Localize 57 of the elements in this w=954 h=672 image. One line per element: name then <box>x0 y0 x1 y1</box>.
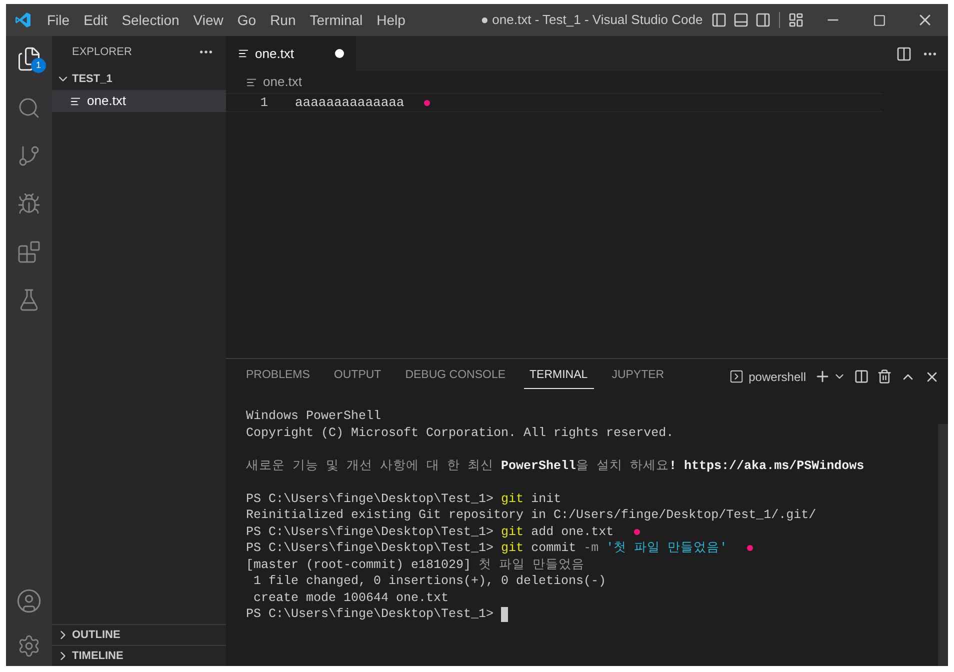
line-number: 1 <box>259 94 269 112</box>
terminal-line: Copyright (C) Microsoft Corporation. All rights reserved. <box>246 424 674 441</box>
panel-tab[interactable]: TERMINAL <box>524 364 594 388</box>
section-header[interactable]: TIMELINE <box>52 645 226 666</box>
terminal-icon <box>728 369 744 384</box>
terminal-line: [master (root-commit) e181029] 첫 파일 만들었음 <box>246 556 585 573</box>
menu-item[interactable]: Terminal <box>302 10 370 30</box>
folder-header[interactable]: TEST_1 <box>52 68 226 90</box>
terminal-line: 새로운 기능 및 개선 사항에 대 한 최신 PowerShell을 설치 하세요! https://aka.ms/PSWindows <box>246 458 864 474</box>
explorer-badge: 1 <box>31 58 46 73</box>
layout-icon[interactable] <box>788 12 804 28</box>
terminal-line: Windows PowerShell <box>246 408 382 424</box>
menu-item[interactable]: Edit <box>76 10 115 30</box>
secondary-sidebar-toggle-icon[interactable] <box>755 12 771 28</box>
terminal-line: PS C:\Users\finge\Desktop\Test_1> <box>246 606 495 622</box>
explorer-file-row[interactable]: one.txt <box>52 90 226 112</box>
panel-tab[interactable]: OUTPUT <box>328 364 388 388</box>
terminal-line: 1 file changed, 0 insertions(+), 0 deletions(-) <box>252 573 606 590</box>
menu-item[interactable]: Run <box>263 10 303 30</box>
panel-tab[interactable]: DEBUG CONSOLE <box>399 364 512 388</box>
branch-icon[interactable] <box>17 144 41 168</box>
menu-item[interactable]: Selection <box>114 10 186 30</box>
split-terminal-icon[interactable] <box>854 369 869 384</box>
terminal-line: PS C:\Users\finge\Desktop\Test_1> git init <box>246 490 562 507</box>
menu-item[interactable]: View <box>186 10 230 30</box>
file-icon <box>246 76 257 88</box>
breadcrumb[interactable]: one.txt <box>263 72 302 92</box>
terminal-name[interactable]: powershell <box>748 368 806 386</box>
blocks-icon[interactable] <box>17 240 41 264</box>
terminal-line: PS C:\Users\finge\Desktop\Test_1> git add one.txt <box>246 524 614 540</box>
section-header[interactable]: OUTLINE <box>52 624 226 645</box>
panel-tab[interactable]: JUPYTER <box>606 364 670 388</box>
menu-item[interactable]: File <box>40 10 77 30</box>
account-icon[interactable] <box>16 588 42 614</box>
menu-item[interactable]: Help <box>370 10 412 30</box>
explorer-icon[interactable] <box>16 46 42 72</box>
trash-icon[interactable] <box>877 369 892 384</box>
panel-toggle-icon[interactable] <box>733 12 749 28</box>
sidebar-toggle-icon[interactable] <box>711 12 727 28</box>
code-line: aaaaaaaaaaaaaa <box>295 94 404 112</box>
terminal-line: Reinitialized existing Git repository in C:/Users/finge/Desktop/Test_1/.git/ <box>246 507 816 524</box>
file-icon <box>70 96 81 106</box>
logo-icon <box>14 11 32 29</box>
new-terminal-icon[interactable] <box>814 368 831 385</box>
sidebar-title: EXPLORER <box>72 44 132 60</box>
file-icon <box>238 48 249 59</box>
menu-item[interactable]: Go <box>230 10 264 30</box>
editor-tab[interactable]: one.txt <box>226 36 356 71</box>
bug-icon[interactable] <box>17 192 41 216</box>
search-icon[interactable] <box>17 96 41 120</box>
terminal-line: create mode 100644 one.txt <box>252 590 449 606</box>
split-editor-icon[interactable] <box>896 46 912 62</box>
settings-icon[interactable] <box>17 634 41 658</box>
terminal-line: PS C:\Users\finge\Desktop\Test_1> git commit -m '첫 파일 만들었음' <box>246 540 728 556</box>
window-title: ● one.txt - Test_1 - Visual Studio Code <box>480 11 703 30</box>
panel-tab[interactable]: PROBLEMS <box>240 364 316 388</box>
maximize-icon[interactable] <box>872 14 886 26</box>
